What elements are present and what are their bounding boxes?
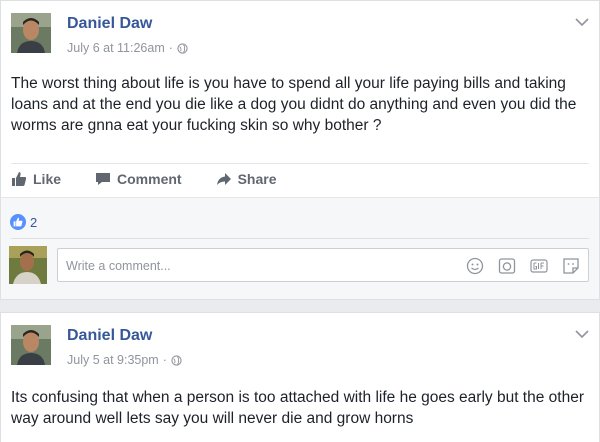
author-avatar[interactable] [11,325,51,365]
comments-section: 2 Write a comment... [1,197,599,299]
author-name[interactable]: Daniel Daw [67,15,152,33]
like-label: Like [33,171,62,187]
share-icon [216,173,231,185]
post-meta: July 6 at 11:26am · [67,41,188,55]
post-actions: Like Comment Share [11,164,311,194]
reactions-summary[interactable]: 2 [10,214,37,230]
post-text: The worst thing about life is you have t… [11,75,577,134]
author-name[interactable]: Daniel Daw [67,327,152,345]
viewer-avatar[interactable] [9,246,47,284]
divider [11,238,589,239]
post-meta: July 5 at 9:35pm · [67,353,182,367]
comment-input[interactable]: Write a comment... [57,248,589,282]
like-icon [12,172,27,186]
globe-icon[interactable] [177,42,188,54]
comment-placeholder: Write a comment... [66,259,171,273]
post-card: Daniel Daw July 5 at 9:35pm · Its confus… [0,312,600,442]
comment-icon [96,173,111,185]
comment-label: Comment [117,171,182,187]
chevron-down-icon[interactable] [575,17,589,27]
reactions-count: 2 [30,214,38,230]
camera-icon[interactable] [498,257,516,275]
chevron-down-icon[interactable] [575,329,589,339]
globe-icon[interactable] [171,354,182,366]
emoji-icon[interactable] [466,257,484,275]
like-reaction-icon [10,214,26,230]
comment-tools [466,257,580,275]
share-button[interactable]: Share [216,171,277,187]
post-text: Its confusing that when a person is too … [11,389,584,427]
post-timestamp[interactable]: July 6 at 11:26am [67,41,165,55]
share-label: Share [237,171,277,187]
comment-composer: Write a comment... [9,246,589,288]
comment-button[interactable]: Comment [95,171,182,187]
like-button[interactable]: Like [11,171,61,187]
sticker-icon[interactable] [562,257,580,275]
author-avatar[interactable] [11,13,51,53]
post-card: Daniel Daw July 6 at 11:26am · The worst… [0,0,600,300]
gif-icon[interactable] [530,257,548,275]
post-timestamp[interactable]: July 5 at 9:35pm [67,353,159,367]
